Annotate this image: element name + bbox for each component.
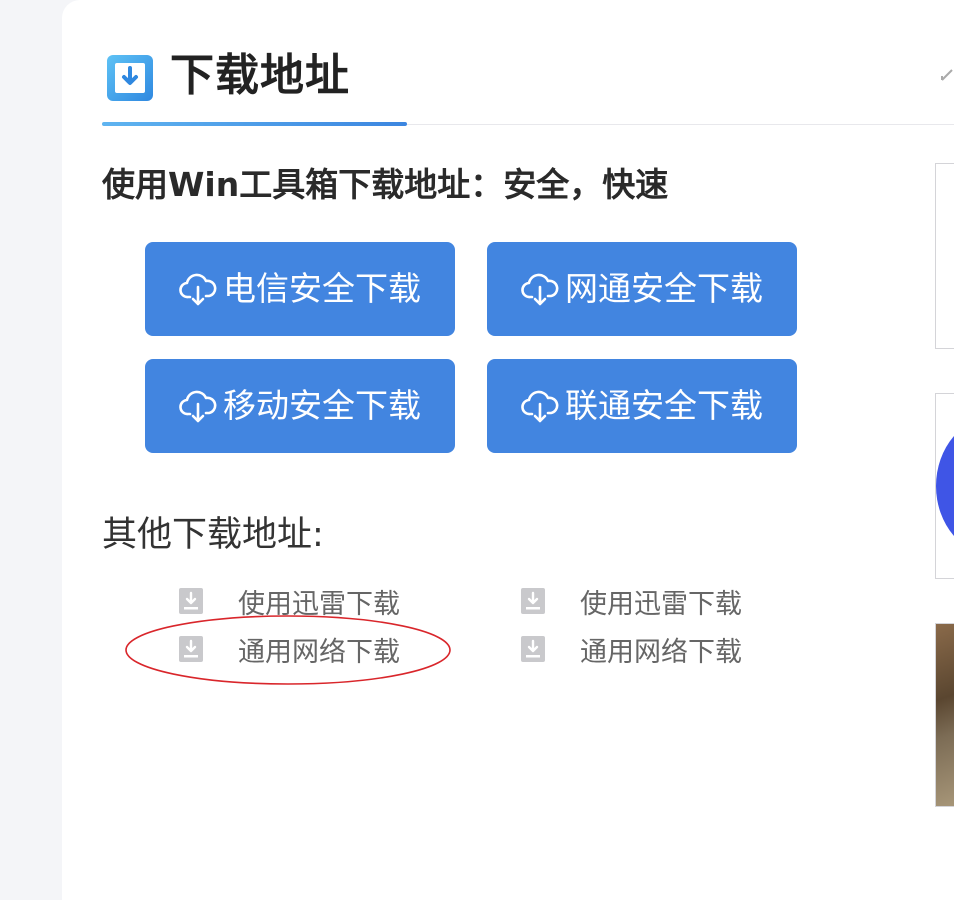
button-label: 联通安全下载: [565, 386, 763, 425]
link-label: 通用网络下载: [580, 636, 742, 668]
link-label: 使用迅雷下载: [238, 588, 400, 620]
download-button-grid: 电信安全下载 网通安全下载 移动安全下载 联通安全下载: [145, 242, 797, 454]
telecom-download-button[interactable]: 电信安全下载: [145, 242, 455, 336]
file-download-icon: [179, 636, 203, 662]
mobile-download-button[interactable]: 移动安全下载: [145, 359, 455, 453]
side-ad-card[interactable]: [935, 623, 954, 807]
side-ad-graphic: [936, 416, 954, 556]
edit-icon[interactable]: [940, 64, 954, 82]
button-label: 网通安全下载: [565, 269, 763, 308]
button-label: 电信安全下载: [223, 269, 421, 308]
section-header: 下载地址: [62, 0, 954, 126]
netcom-download-button[interactable]: 网通安全下载: [487, 242, 797, 336]
cloud-download-icon: [521, 390, 559, 423]
file-download-icon: [521, 588, 545, 614]
side-ad-image: [936, 624, 954, 806]
cloud-download-icon: [521, 273, 559, 306]
other-downloads-list: 使用迅雷下载 使用迅雷下载 通用网络下载 通用网络下载: [178, 578, 798, 678]
download-subtitle: 使用Win工具箱下载地址：安全，快速: [102, 165, 669, 204]
generic-download-link[interactable]: 通用网络下载: [520, 626, 742, 672]
side-ad-card[interactable]: [935, 163, 954, 349]
header-accent-bar: [102, 122, 407, 126]
unicom-download-button[interactable]: 联通安全下载: [487, 359, 797, 453]
page-title: 下载地址: [170, 50, 350, 101]
file-download-icon: [521, 636, 545, 662]
link-label: 通用网络下载: [238, 636, 400, 668]
cloud-download-icon: [179, 273, 217, 306]
download-box-icon: [107, 55, 153, 101]
download-card: 下载地址 使用Win工具箱下载地址：安全，快速 电信安全下载 网通安全下载 移动…: [62, 0, 954, 900]
thunder-download-link[interactable]: 使用迅雷下载: [520, 578, 742, 624]
file-download-icon: [179, 588, 203, 614]
side-ad-card[interactable]: [935, 393, 954, 579]
button-label: 移动安全下载: [223, 386, 421, 425]
link-label: 使用迅雷下载: [580, 588, 742, 620]
cloud-download-icon: [179, 390, 217, 423]
thunder-download-link[interactable]: 使用迅雷下载: [178, 578, 400, 624]
other-downloads-title: 其他下载地址:: [102, 515, 324, 555]
generic-download-link[interactable]: 通用网络下载: [178, 626, 400, 672]
